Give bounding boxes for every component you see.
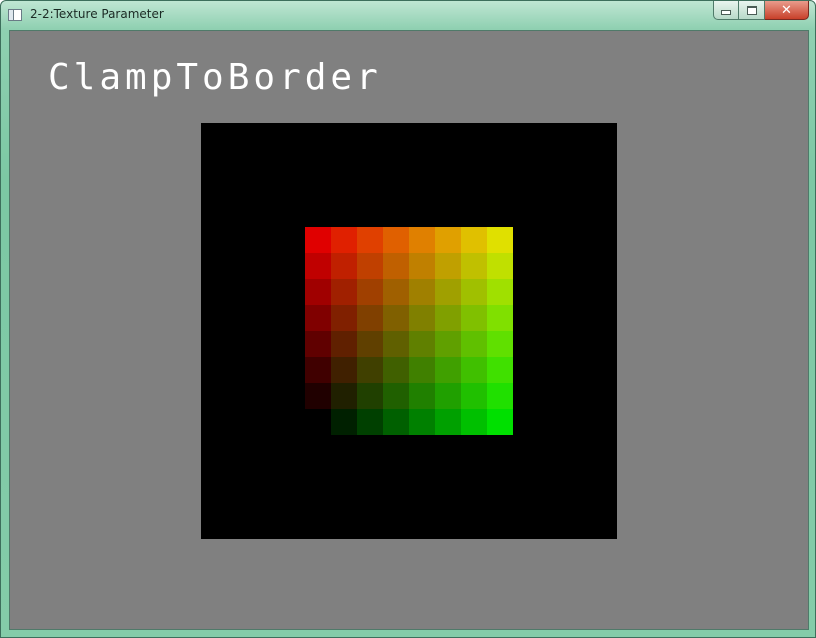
texel: [461, 227, 487, 253]
textured-quad: [201, 123, 617, 539]
texel: [305, 409, 331, 435]
texel: [409, 357, 435, 383]
texel: [331, 331, 357, 357]
texel: [331, 409, 357, 435]
title-bar[interactable]: 2-2:Texture Parameter ✕: [1, 1, 815, 29]
texel: [435, 409, 461, 435]
texel: [435, 305, 461, 331]
minimize-button[interactable]: [713, 1, 739, 20]
texel: [383, 331, 409, 357]
maximize-icon: [746, 5, 757, 15]
texel: [357, 279, 383, 305]
texel: [331, 227, 357, 253]
texel: [487, 279, 513, 305]
texel: [487, 305, 513, 331]
texture-grid: [305, 227, 513, 435]
close-icon: ✕: [781, 2, 792, 18]
texel: [357, 409, 383, 435]
app-window-icon[interactable]: [8, 9, 22, 21]
texel: [461, 279, 487, 305]
texel: [383, 409, 409, 435]
texel: [487, 409, 513, 435]
texel: [357, 227, 383, 253]
texel: [435, 383, 461, 409]
texel: [383, 357, 409, 383]
texel: [305, 357, 331, 383]
texel: [305, 331, 331, 357]
texel: [305, 253, 331, 279]
texel: [435, 331, 461, 357]
render-viewport[interactable]: ClampToBorder: [9, 30, 809, 630]
texel: [357, 253, 383, 279]
texel: [435, 357, 461, 383]
texel: [383, 305, 409, 331]
texel: [461, 357, 487, 383]
texel: [409, 305, 435, 331]
texel: [331, 279, 357, 305]
texel: [409, 253, 435, 279]
texel: [487, 253, 513, 279]
minimize-icon: [721, 10, 731, 15]
texel: [461, 331, 487, 357]
texel: [409, 279, 435, 305]
close-button[interactable]: ✕: [765, 1, 809, 20]
texel: [383, 383, 409, 409]
texel: [357, 331, 383, 357]
window-title: 2-2:Texture Parameter: [30, 7, 164, 21]
texel: [409, 227, 435, 253]
texel: [487, 331, 513, 357]
texel: [435, 227, 461, 253]
texel: [487, 383, 513, 409]
app-window: 2-2:Texture Parameter ✕ ClampToBorder: [0, 0, 816, 638]
texel: [331, 357, 357, 383]
texel: [383, 253, 409, 279]
wrap-mode-caption: ClampToBorder: [48, 57, 382, 98]
texel: [331, 383, 357, 409]
texel: [331, 253, 357, 279]
texel: [461, 383, 487, 409]
texel: [357, 305, 383, 331]
texel: [357, 357, 383, 383]
texel: [305, 383, 331, 409]
texel: [305, 305, 331, 331]
texel: [409, 383, 435, 409]
texel: [461, 409, 487, 435]
texel: [409, 331, 435, 357]
window-controls: ✕: [713, 1, 809, 21]
texel: [461, 253, 487, 279]
texel: [383, 279, 409, 305]
texel: [305, 279, 331, 305]
texel: [487, 357, 513, 383]
texel: [435, 253, 461, 279]
texel: [409, 409, 435, 435]
maximize-button[interactable]: [739, 1, 765, 20]
texel: [461, 305, 487, 331]
texel: [435, 279, 461, 305]
texel: [357, 383, 383, 409]
texel: [383, 227, 409, 253]
texel: [331, 305, 357, 331]
texel: [487, 227, 513, 253]
texel: [305, 227, 331, 253]
